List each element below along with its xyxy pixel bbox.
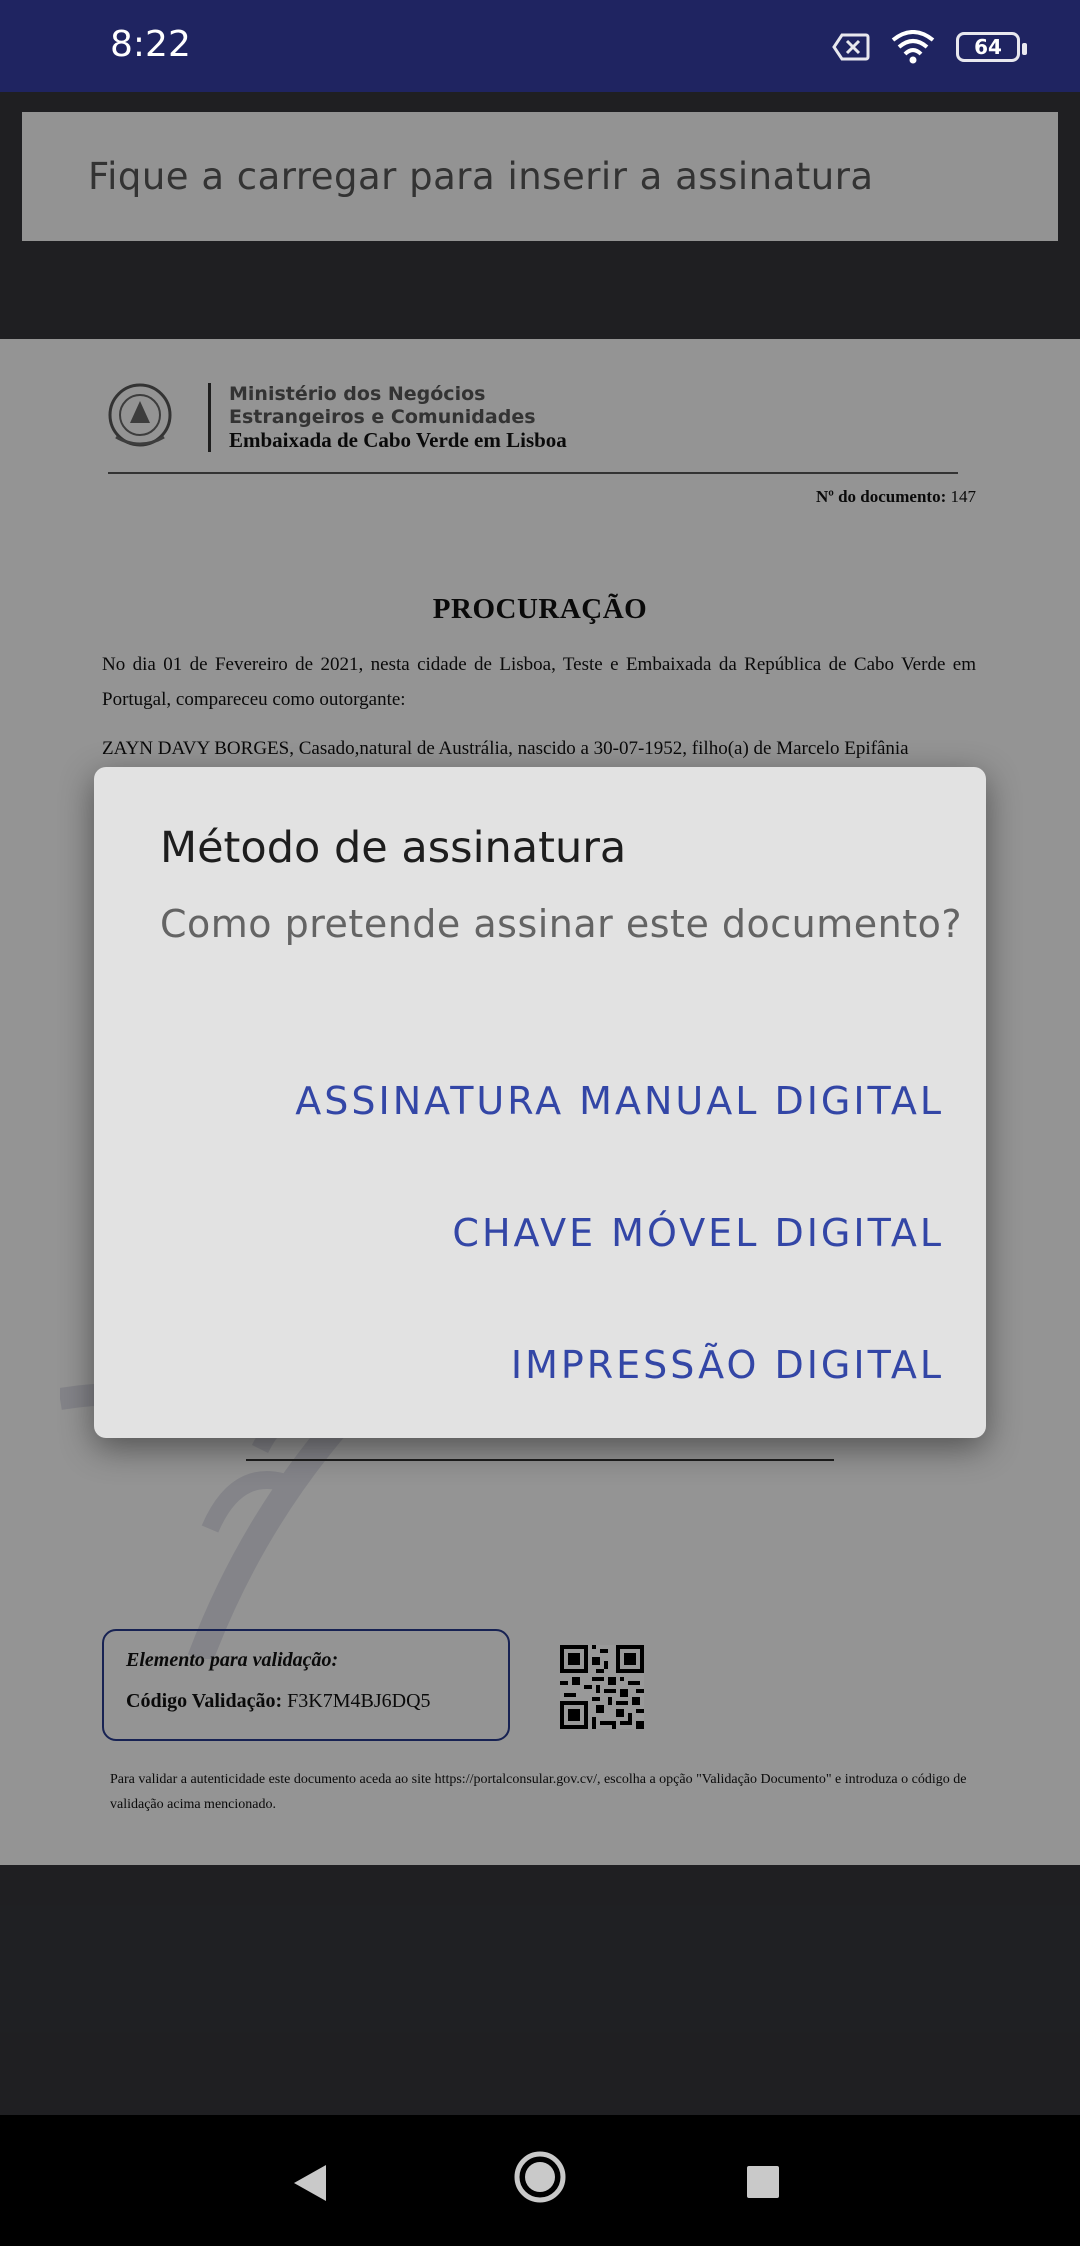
- home-icon[interactable]: [513, 2150, 567, 2204]
- dialog-title: Método de assinatura: [160, 823, 627, 873]
- mobile-digital-key-button[interactable]: CHAVE MÓVEL DIGITAL: [452, 1211, 944, 1255]
- wifi-icon: [891, 30, 935, 64]
- recents-icon[interactable]: [747, 2166, 779, 2198]
- signature-method-dialog: Método de assinatura Como pretende assin…: [94, 767, 986, 1438]
- dialog-message: Como pretende assinar este documento?: [160, 902, 963, 946]
- battery-level: 64: [974, 35, 1002, 59]
- status-time: 8:22: [110, 24, 191, 65]
- system-nav-bar: [0, 2115, 1080, 2246]
- status-bar: 8:22 64: [0, 0, 1080, 92]
- manual-digital-signature-button[interactable]: ASSINATURA MANUAL DIGITAL: [295, 1079, 944, 1123]
- back-icon[interactable]: [292, 2163, 328, 2203]
- fingerprint-button[interactable]: IMPRESSÃO DIGITAL: [511, 1343, 944, 1387]
- no-sim-icon: [832, 33, 870, 61]
- battery-icon: 64: [956, 32, 1027, 62]
